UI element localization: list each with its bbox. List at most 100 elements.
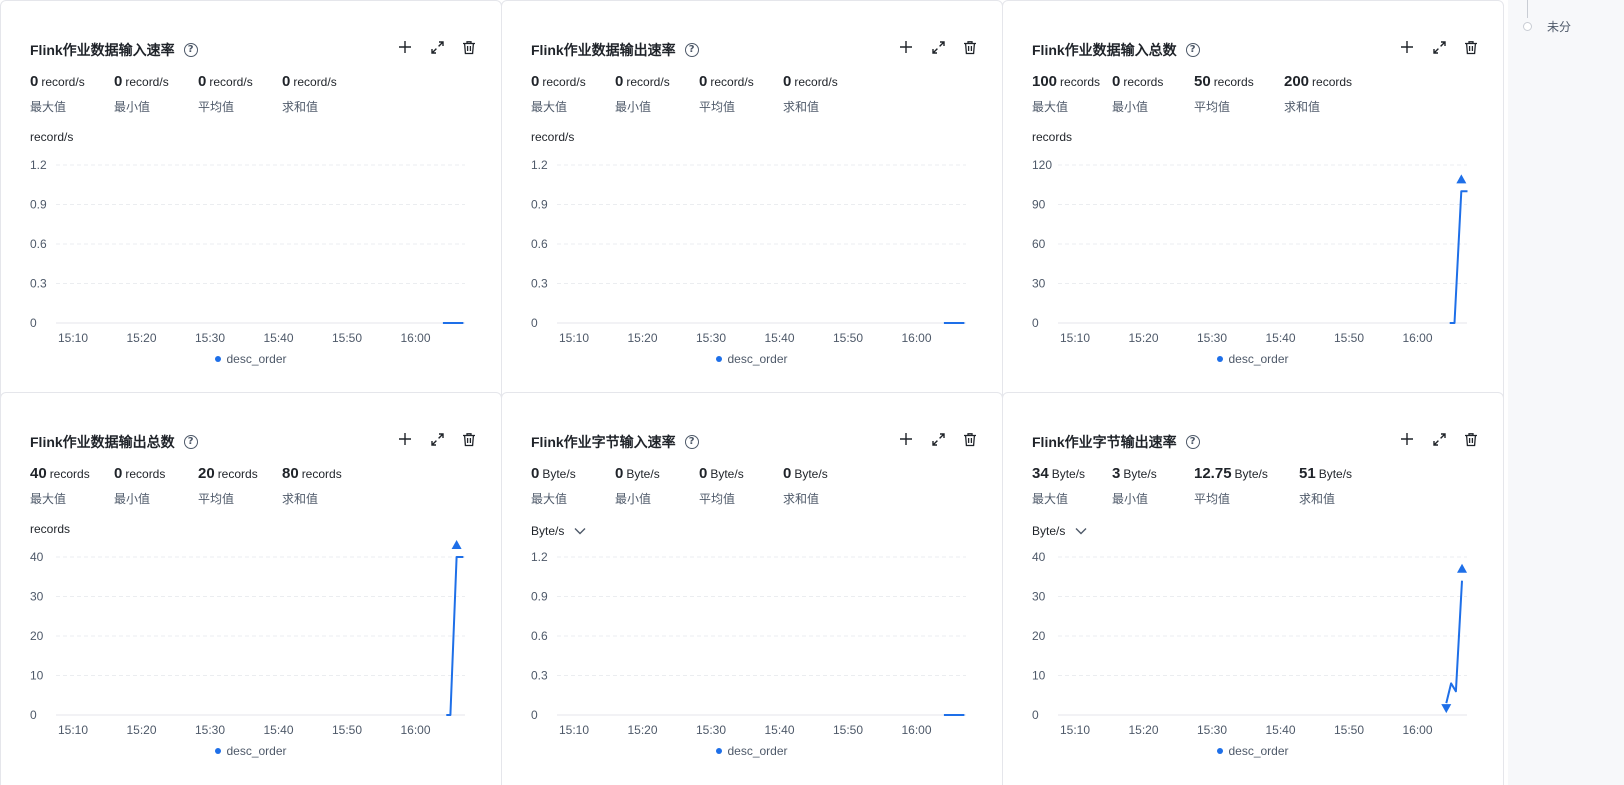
x-tick-label: 15:40 — [764, 331, 794, 345]
chart-legend[interactable]: desc_order — [1, 352, 501, 366]
y-unit-dropdown[interactable]: Byte/s — [531, 523, 586, 539]
expand-button[interactable] — [928, 429, 948, 449]
add-button[interactable] — [395, 429, 415, 449]
timeline-dot-icon — [1523, 22, 1532, 31]
chart-legend[interactable]: desc_order — [502, 352, 1002, 366]
delete-button[interactable] — [459, 429, 479, 449]
stat-unit: records — [217, 467, 258, 481]
y-tick-label: 0.6 — [531, 629, 548, 643]
x-tick-label: 15:10 — [58, 331, 88, 345]
stat-label: 求和值 — [282, 492, 319, 506]
plus-icon — [1401, 433, 1413, 445]
x-tick-label: 15:20 — [126, 331, 156, 345]
dashboard-page: Flink作业数据输入速率 ? 0 record/s 最大值 0 record/s 最小值… — [0, 0, 1624, 785]
card-title-text: Flink作业数据输入速率 — [30, 42, 175, 58]
stat-value: 0 Byte/s — [783, 465, 867, 483]
stat-value: 80 records — [282, 465, 366, 483]
stats-row: 0 Byte/s 最大值 0 Byte/s 最小值 0 Byte/s 平均值 0 Byte/s 求和值 — [531, 465, 867, 507]
delete-button[interactable] — [960, 37, 980, 57]
stat-value: 40 records — [30, 465, 114, 483]
stat-unit: record/s — [794, 75, 838, 89]
stat-item: 0 record/s 平均值 — [699, 73, 783, 115]
max-marker-icon — [1456, 174, 1467, 184]
stat-number: 0 — [531, 73, 540, 90]
stat-item: 12.75 Byte/s 平均值 — [1194, 465, 1299, 507]
y-tick-label: 0 — [531, 708, 538, 722]
stat-label: 求和值 — [1299, 492, 1336, 506]
card-title: Flink作业字节输入速率 ? — [531, 431, 699, 453]
stat-item: 34 Byte/s 最大值 — [1032, 465, 1112, 507]
y-tick-label: 0 — [531, 316, 538, 330]
add-button[interactable] — [1397, 429, 1417, 449]
stat-label: 平均值 — [699, 100, 736, 114]
x-tick-label: 16:00 — [1402, 331, 1432, 345]
y-unit-text: records — [30, 522, 71, 536]
stat-number: 0 — [615, 73, 624, 90]
plus-icon — [900, 433, 912, 445]
y-tick-label: 0.9 — [531, 590, 548, 604]
x-tick-label: 15:20 — [627, 723, 657, 737]
expand-icon — [931, 40, 945, 54]
chevron-down-icon[interactable] — [1075, 524, 1087, 538]
x-tick-label: 16:00 — [901, 331, 931, 345]
y-unit-dropdown[interactable]: Byte/s — [1032, 523, 1087, 539]
add-button[interactable] — [1397, 37, 1417, 57]
plus-icon — [900, 41, 912, 53]
expand-button[interactable] — [928, 37, 948, 57]
stat-label: 求和值 — [783, 100, 820, 114]
chart-card-5: Flink作业字节输入速率 ? 0 Byte/s 最大值 0 Byte/s 最小值 0 Byt… — [501, 392, 1003, 785]
stat-label: 最大值 — [531, 100, 568, 114]
chart-legend[interactable]: desc_order — [1003, 744, 1503, 758]
stat-value: 0 record/s — [198, 73, 282, 91]
stat-value: 0 record/s — [699, 73, 783, 91]
y-tick-label: 0 — [30, 708, 37, 722]
y-tick-label: 0 — [1032, 708, 1039, 722]
delete-button[interactable] — [1461, 37, 1481, 57]
expand-button[interactable] — [427, 37, 447, 57]
series-line-desc_order[interactable] — [1445, 580, 1463, 704]
help-icon[interactable]: ? — [684, 435, 699, 449]
stat-label: 求和值 — [783, 492, 820, 506]
y-tick-label: 0 — [30, 316, 37, 330]
stat-unit: record/s — [125, 75, 169, 89]
delete-button[interactable] — [1461, 429, 1481, 449]
stat-unit: Byte/s — [1051, 467, 1086, 481]
chart-legend[interactable]: desc_order — [502, 744, 1002, 758]
card-actions — [1397, 429, 1481, 449]
help-icon[interactable]: ? — [684, 43, 699, 57]
card-actions — [896, 37, 980, 57]
stat-number: 0 — [699, 465, 708, 482]
help-icon[interactable]: ? — [183, 435, 198, 449]
stat-unit: record/s — [710, 75, 754, 89]
stat-number: 40 — [30, 465, 47, 482]
chart-legend[interactable]: desc_order — [1003, 352, 1503, 366]
chart-legend[interactable]: desc_order — [1, 744, 501, 758]
trash-icon — [1465, 432, 1477, 446]
stat-number: 0 — [699, 73, 708, 90]
timeline-item-label[interactable]: 未分 — [1547, 18, 1571, 35]
legend-dot — [716, 748, 723, 754]
x-tick-label: 15:10 — [559, 331, 589, 345]
stat-item: 100 records 最大值 — [1032, 73, 1112, 115]
help-icon[interactable]: ? — [1185, 435, 1200, 449]
series-line-desc_order[interactable] — [1449, 190, 1468, 324]
x-tick-label: 15:40 — [1265, 723, 1295, 737]
help-icon[interactable]: ? — [183, 43, 198, 57]
chevron-down-icon[interactable] — [574, 524, 586, 538]
stat-number: 0 — [114, 465, 123, 482]
add-button[interactable] — [395, 37, 415, 57]
y-tick-label: 0.3 — [531, 669, 548, 683]
delete-button[interactable] — [459, 37, 479, 57]
expand-button[interactable] — [427, 429, 447, 449]
expand-button[interactable] — [1429, 37, 1449, 57]
expand-button[interactable] — [1429, 429, 1449, 449]
stat-value: 0 record/s — [282, 73, 366, 91]
x-tick-label: 15:40 — [263, 331, 293, 345]
stat-value: 34 Byte/s — [1032, 465, 1112, 483]
add-button[interactable] — [896, 37, 916, 57]
add-button[interactable] — [896, 429, 916, 449]
stat-item: 0 record/s 最大值 — [30, 73, 114, 115]
series-line-desc_order[interactable] — [446, 556, 464, 716]
help-icon[interactable]: ? — [1185, 43, 1200, 57]
delete-button[interactable] — [960, 429, 980, 449]
